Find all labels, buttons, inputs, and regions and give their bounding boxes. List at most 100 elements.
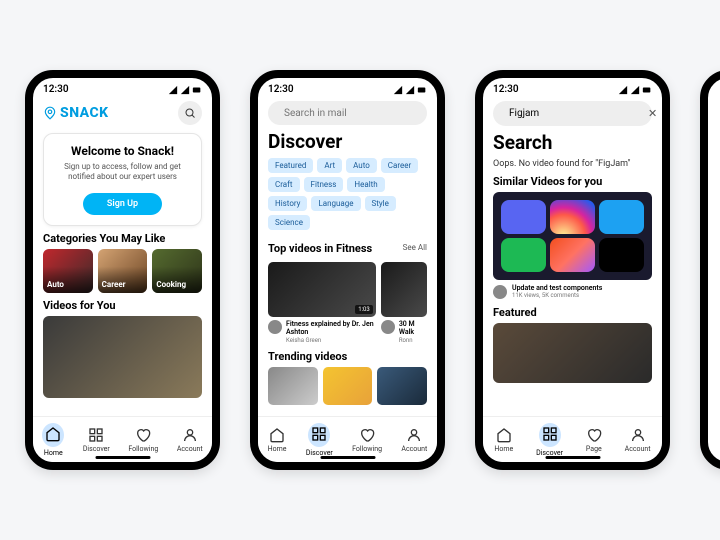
nav-discover[interactable]: Discover [83,427,110,453]
search-bar[interactable] [268,101,427,125]
status-time: 12:30 [268,84,294,95]
nav-following[interactable]: Following [352,427,382,453]
status-icons [618,85,652,95]
figma-icon [550,238,595,272]
video-author: Keisha Green [286,337,376,344]
search-icon [184,107,196,119]
video-thumb [381,262,427,317]
nav-discover[interactable]: Discover [536,423,563,457]
video-title: 30 M Walk [399,320,427,337]
video-title: Update and test components [512,284,602,292]
nav-home[interactable]: Home [268,427,287,453]
chip[interactable]: Craft [268,177,300,192]
welcome-body: Sign up to access, follow and get notifi… [54,162,191,183]
nav-discover[interactable]: Discover [306,423,333,457]
trending-thumb[interactable] [268,367,318,405]
video-thumbnail[interactable] [43,316,202,398]
chip[interactable]: History [268,196,307,211]
search-input[interactable] [284,108,417,119]
heart-icon [359,427,375,443]
logo-icon [43,106,57,120]
category-cooking[interactable]: Cooking [152,249,202,293]
welcome-card: Welcome to Snack! Sign up to access, fol… [43,133,202,226]
search-button[interactable] [178,101,202,125]
phone-discover: 12:30 Discover Featured Art Auto Career … [250,70,445,470]
nav-account[interactable]: Account [625,427,651,453]
page-title: Discover [268,130,427,153]
nav-following[interactable]: Following [128,427,158,453]
trending-thumb[interactable] [377,367,427,405]
trending-thumb[interactable] [323,367,373,405]
heart-icon [135,427,151,443]
phone-home: 12:30 SNACK Welcome to Snack! Sign up to… [25,70,220,470]
home-indicator [95,456,150,459]
status-bar: 12:30 [33,78,212,97]
nav-account[interactable]: Account [401,427,427,453]
categories-row: Auto Career Cooking [43,249,202,293]
category-career[interactable]: Career [98,249,148,293]
home-indicator [320,456,375,459]
instagram-icon [550,200,595,234]
clear-icon[interactable]: ✕ [648,107,657,120]
nav-home[interactable]: Home [42,423,64,457]
category-auto[interactable]: Auto [43,249,93,293]
grid-icon [542,426,558,442]
video-stats: 11K views, 5K comments [512,292,602,299]
video-author: Ronn [399,337,427,344]
video-meta: Update and test components11K views, 5K … [493,284,652,300]
brand-text: SNACK [60,105,109,121]
home-icon [496,427,512,443]
chip[interactable]: Language [311,196,360,211]
status-icons [168,85,202,95]
chip-row: Featured Art Auto Career Craft Fitness H… [268,158,427,230]
avatar [268,320,282,334]
heart-icon [586,427,602,443]
home-indicator [545,456,600,459]
home-icon [269,427,285,443]
categories-title: Categories You May Like [43,232,202,245]
chip[interactable]: Art [317,158,342,173]
nav-home[interactable]: Home [494,427,513,453]
top-videos-title: Top videos in Fitness [268,242,372,255]
video-card[interactable]: 1:03 Fitness explained by Dr. Jen Ashton… [268,262,376,344]
featured-title: Featured [493,306,652,319]
avatar [381,320,395,334]
videos-title: Videos for You [43,299,202,312]
featured-thumbnail[interactable] [493,323,652,383]
discord-icon [501,200,546,234]
chip[interactable]: Style [365,196,396,211]
spotify-icon [501,238,546,272]
user-icon [630,427,646,443]
trending-title: Trending videos [268,350,427,363]
nav-page[interactable]: Page [586,427,602,453]
nav-account[interactable]: Account [177,427,203,453]
search-input[interactable] [509,108,642,119]
chip[interactable]: Auto [346,158,377,173]
status-bar [708,78,720,86]
video-title: Fitness explained by Dr. Jen Ashton [286,320,376,337]
user-icon [182,427,198,443]
home-icon [45,426,61,442]
status-bar: 12:30 [483,78,662,97]
chip[interactable]: Career [381,158,418,173]
similar-thumbnail[interactable] [493,192,652,280]
see-all-link[interactable]: See All [403,243,427,252]
grid-icon [311,426,327,442]
chip[interactable]: Science [268,215,310,230]
app-header: SNACK [43,97,202,129]
section-header: Top videos in Fitness See All [268,236,427,259]
chip[interactable]: Featured [268,158,313,173]
status-bar: 12:30 [258,78,437,97]
avatar [493,285,507,299]
status-time: 12:30 [493,84,519,95]
status-time: 12:30 [43,84,69,95]
chip[interactable]: Fitness [304,177,344,192]
video-card[interactable]: 30 M WalkRonn [381,262,427,344]
chip[interactable]: Health [347,177,384,192]
trending-row [268,367,427,405]
video-thumb: 1:03 [268,262,376,317]
signup-button[interactable]: Sign Up [83,193,162,215]
twitter-icon [599,200,644,234]
grid-icon [88,427,104,443]
search-bar[interactable]: ✕ [493,101,652,126]
